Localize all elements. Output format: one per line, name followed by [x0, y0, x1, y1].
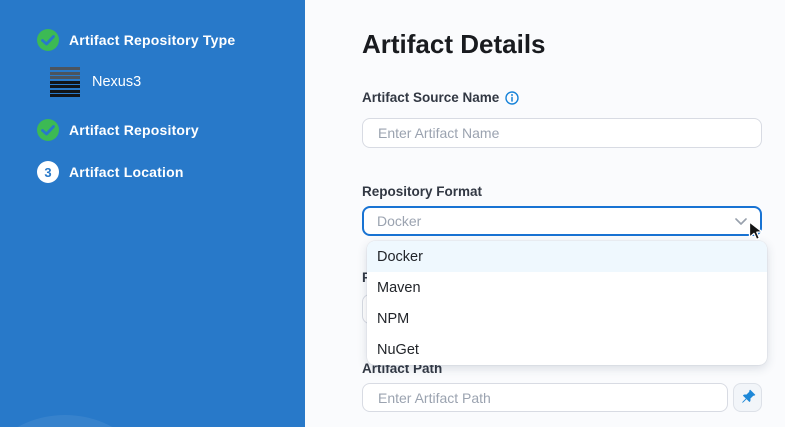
artifact-source-name-label: Artifact Source Name — [362, 90, 499, 106]
dropdown-option-maven[interactable]: Maven — [367, 272, 767, 303]
sidebar-substep-nexus3[interactable]: Nexus3 — [50, 67, 305, 97]
sidebar-step-artifact-location[interactable]: 3 Artifact Location — [37, 161, 305, 183]
repository-format-label: Repository Format — [362, 184, 762, 200]
dropdown-option-nuget[interactable]: NuGet — [367, 334, 767, 365]
chevron-down-icon — [735, 218, 747, 225]
step-complete-check-icon — [37, 119, 59, 141]
artifact-source-name-field: Artifact Source Name — [362, 90, 762, 148]
step-complete-check-icon — [37, 29, 59, 51]
dropdown-option-docker[interactable]: Docker — [367, 241, 767, 272]
repository-format-dropdown-menu: Docker Maven NPM NuGet — [367, 241, 767, 365]
step-label: Artifact Repository Type — [69, 32, 235, 48]
select-value: Docker — [377, 213, 421, 229]
repository-format-field: Repository Format Docker Docker Maven NP… — [362, 184, 762, 236]
artifact-path-input[interactable] — [362, 383, 728, 412]
step-label: Artifact Location — [69, 164, 184, 180]
artifact-details-panel: Artifact Details Artifact Source Name Re… — [305, 0, 785, 427]
pin-button[interactable] — [733, 383, 762, 412]
decorative-circle — [0, 415, 165, 427]
repository-format-select[interactable]: Docker — [362, 206, 762, 236]
nexus3-icon — [50, 67, 80, 97]
step-number-badge: 3 — [37, 161, 59, 183]
artifact-source-name-input[interactable] — [362, 118, 762, 148]
substep-label: Nexus3 — [92, 74, 141, 90]
artifact-wizard-window: Artifact Repository Type Nexus3 Artifact… — [0, 0, 785, 427]
page-title: Artifact Details — [362, 30, 785, 58]
wizard-steps-sidebar: Artifact Repository Type Nexus3 Artifact… — [0, 0, 305, 427]
pushpin-icon — [737, 387, 758, 408]
artifact-path-field: Artifact Path — [362, 361, 762, 412]
step-label: Artifact Repository — [69, 122, 199, 138]
info-icon[interactable] — [505, 91, 519, 105]
dropdown-option-npm[interactable]: NPM — [367, 303, 767, 334]
sidebar-step-artifact-repository[interactable]: Artifact Repository — [37, 119, 305, 141]
sidebar-step-artifact-repository-type[interactable]: Artifact Repository Type — [37, 29, 305, 51]
